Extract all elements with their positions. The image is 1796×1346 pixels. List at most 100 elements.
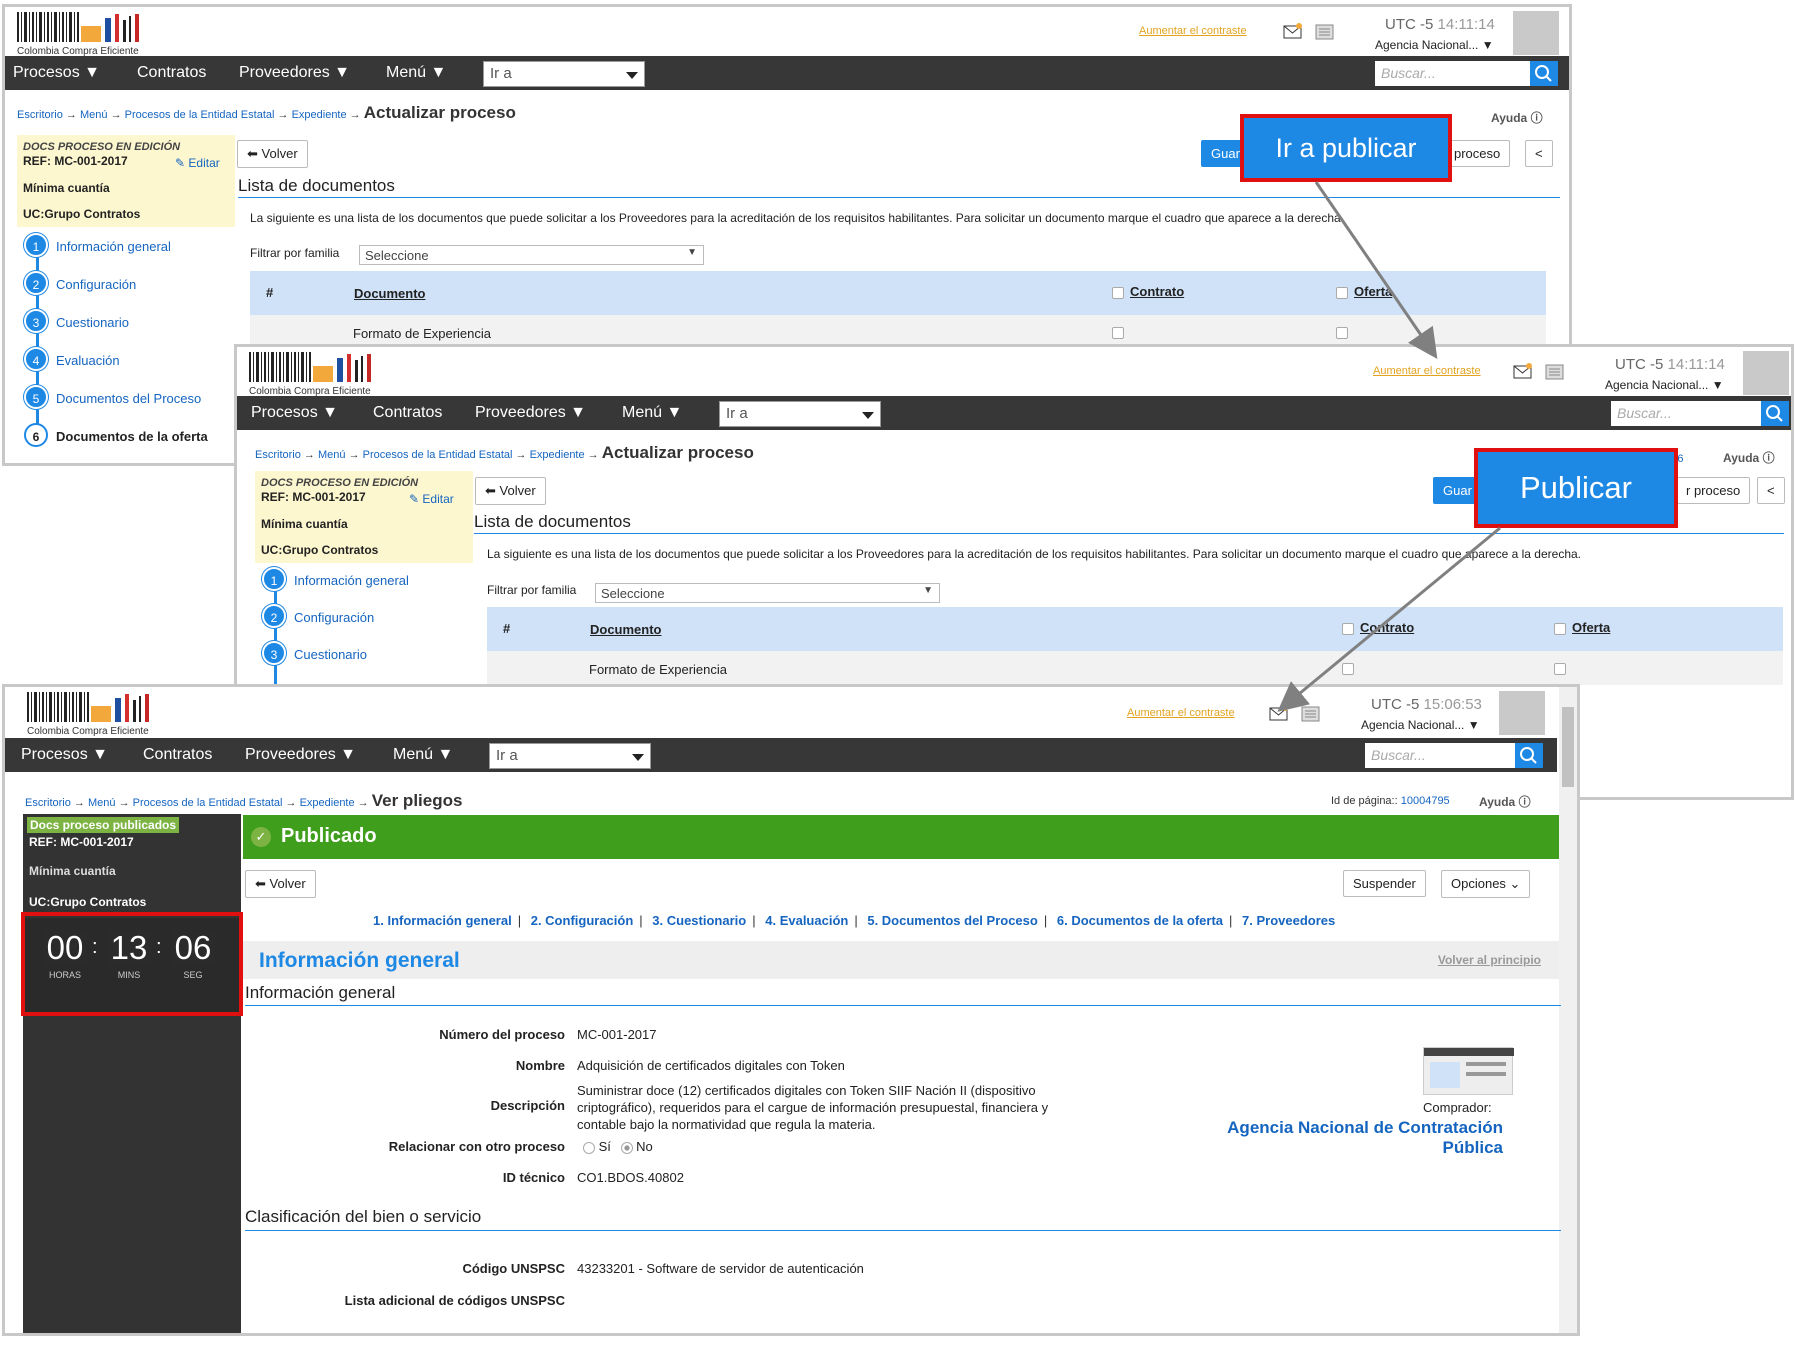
tab-configuracion[interactable]: 2. Configuración [531,913,634,928]
step-evaluacion[interactable]: 4 Evaluación [24,347,120,371]
avatar[interactable] [1513,11,1559,55]
oferta-checkbox[interactable] [1336,327,1348,339]
step-informacion-general[interactable]: 1 Información general [262,567,409,591]
ir-a-publicar-callout[interactable]: Ir a publicar [1240,114,1452,182]
contrato-checkbox[interactable] [1112,327,1124,339]
suspender-button[interactable]: Suspender [1343,870,1426,897]
nombre-value: Adquisición de certificados digitales co… [577,1058,845,1073]
divider [245,1005,1561,1006]
step-configuracion[interactable]: 2 Configuración [262,604,374,628]
col-contrato[interactable]: Contrato [1360,620,1414,635]
col-oferta[interactable]: Oferta [1354,284,1392,299]
tab-documentos-proceso[interactable]: 5. Documentos del Proceso [867,913,1038,928]
agency-selector[interactable]: Agencia Nacional... ▼ [1605,378,1724,392]
search-button[interactable] [1530,61,1558,86]
step-documentos-oferta[interactable]: 6 Documentos de la oferta [24,423,208,447]
search-input[interactable]: Buscar... [1611,401,1761,426]
sidebar-uc: UC:Grupo Contratos [23,207,141,221]
publicar-callout[interactable]: Publicar [1474,448,1678,528]
ir-a-select[interactable]: Ir a [719,401,881,427]
nav-proveedores[interactable]: Proveedores ▼ [239,64,350,82]
comprador-name-2[interactable]: Pública [1203,1138,1503,1158]
comprador-name-1[interactable]: Agencia Nacional de Contratación [1203,1118,1503,1138]
search-button[interactable] [1761,401,1789,426]
search-icon [1535,65,1552,82]
help-link[interactable]: Ayuda ⓘ [1723,449,1775,466]
nav-contratos[interactable]: Contratos [137,64,206,82]
oferta-checkbox[interactable] [1554,663,1566,675]
tab-documentos-oferta[interactable]: 6. Documentos de la oferta [1057,913,1223,928]
news-icon[interactable] [1301,706,1321,722]
search-button[interactable] [1515,743,1543,768]
filter-select[interactable]: Seleccione ▼ [359,245,704,265]
tab-evaluacion[interactable]: 4. Evaluación [765,913,848,928]
mail-icon[interactable] [1269,705,1289,721]
volver-button[interactable]: ⬅ Volver [475,477,546,505]
mail-icon[interactable] [1283,23,1303,39]
agency-selector[interactable]: Agencia Nacional... ▼ [1375,38,1494,52]
step-documentos-proceso[interactable]: 5 Documentos del Proceso [24,385,201,409]
agency-selector[interactable]: Agencia Nacional... ▼ [1361,718,1480,732]
nav-proveedores[interactable]: Proveedores ▼ [475,404,586,422]
contrast-link[interactable]: Aumentar el contraste [1139,25,1247,37]
filter-select[interactable]: Seleccione ▼ [595,583,940,603]
mail-icon[interactable] [1513,363,1533,379]
collapse-button[interactable]: < [1525,140,1553,167]
col-documento[interactable]: Documento [590,622,662,637]
opciones-button[interactable]: Opciones ⌄ [1441,870,1531,898]
ir-a-select[interactable]: Ir a [489,743,651,769]
tab-proveedores[interactable]: 7. Proveedores [1242,913,1335,928]
news-icon[interactable] [1315,24,1335,40]
step-cuestionario[interactable]: 3 Cuestionario [262,641,367,665]
radio-si-label: Sí [598,1139,611,1154]
help-link[interactable]: Ayuda ⓘ [1491,109,1543,126]
nav-menu[interactable]: Menú ▼ [393,746,453,764]
contrato-all-checkbox[interactable] [1112,287,1124,299]
proceso-button[interactable]: proceso [1445,140,1511,167]
nav-procesos[interactable]: Procesos ▼ [251,404,338,422]
edit-link[interactable]: ✎ Editar [175,156,220,170]
scrollbar-thumb[interactable] [1562,707,1574,787]
step-informacion-general[interactable]: 1 Información general [24,233,171,257]
volver-button[interactable]: ⬅ Volver [245,870,316,898]
contrast-link[interactable]: Aumentar el contraste [1373,365,1481,377]
tab-cuestionario[interactable]: 3. Cuestionario [652,913,746,928]
logo: Colombia Compra Eficiente [247,350,377,398]
main-nav: Procesos ▼ Contratos Proveedores ▼ Menú … [5,738,1557,772]
nav-menu[interactable]: Menú ▼ [386,64,446,82]
barcode-logo-icon [27,692,149,722]
comprador-thumbnail[interactable] [1423,1047,1514,1095]
help-link[interactable]: Ayuda ⓘ [1479,793,1531,810]
col-oferta[interactable]: Oferta [1572,620,1610,635]
avatar[interactable] [1499,691,1545,735]
nav-procesos[interactable]: Procesos ▼ [21,746,108,764]
nav-procesos[interactable]: Procesos ▼ [13,64,100,82]
col-contrato[interactable]: Contrato [1130,284,1184,299]
contrato-checkbox[interactable] [1342,663,1354,675]
tab-informacion-general[interactable]: 1. Información general [373,913,512,928]
col-documento[interactable]: Documento [354,286,426,301]
edit-link[interactable]: ✎ Editar [409,492,454,506]
step-cuestionario[interactable]: 3 Cuestionario [24,309,129,333]
nav-proveedores[interactable]: Proveedores ▼ [245,746,356,764]
contrast-link[interactable]: Aumentar el contraste [1127,707,1235,719]
proceso-button[interactable]: r proceso [1677,477,1751,504]
search-input[interactable]: Buscar... [1365,743,1515,768]
ir-a-select[interactable]: Ir a [483,61,645,87]
nav-contratos[interactable]: Contratos [143,746,212,764]
radio-no[interactable] [620,1141,633,1154]
oferta-all-checkbox[interactable] [1554,623,1566,635]
scrollbar[interactable] [1559,687,1577,1333]
contrato-all-checkbox[interactable] [1342,623,1354,635]
volver-button[interactable]: ⬅ Volver [237,140,308,168]
back-to-top-link[interactable]: Volver al principio [1438,953,1541,967]
nav-contratos[interactable]: Contratos [373,404,442,422]
nav-menu[interactable]: Menú ▼ [622,404,682,422]
search-input[interactable]: Buscar... [1375,61,1530,86]
avatar[interactable] [1743,351,1789,395]
step-configuracion[interactable]: 2 Configuración [24,271,136,295]
news-icon[interactable] [1545,364,1565,380]
radio-si[interactable] [583,1141,595,1154]
oferta-all-checkbox[interactable] [1336,287,1348,299]
collapse-button[interactable]: < [1757,477,1785,504]
